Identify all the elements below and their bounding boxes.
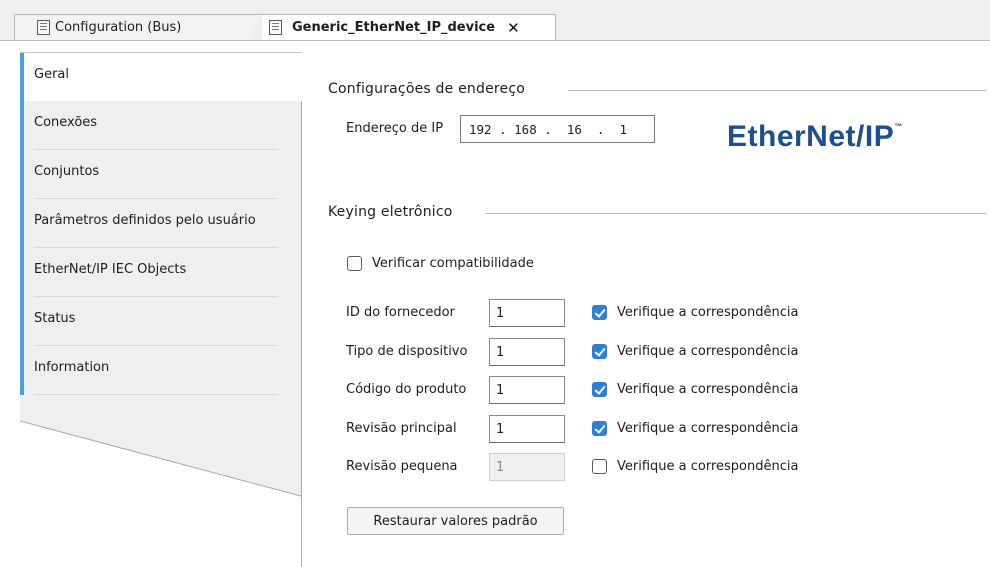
sidebar-nav: Geral Conexões Conjuntos Parâmetros defi… [20,52,302,567]
sidebar-accent [20,346,24,395]
tab-configuration-bus[interactable]: Configuration (Bus) [14,14,262,40]
tab-strip-divider [0,40,990,41]
sidebar-item-label: Status [34,311,76,326]
major-revision-label: Revisão principal [346,421,457,436]
device-type-input[interactable]: 1 [489,338,565,366]
sidebar-item-conexoes[interactable]: Conexões [20,101,302,150]
restore-defaults-button[interactable]: Restaurar valores padrão [347,507,564,535]
minor-revision-match-label: Verifique a correspondência [617,459,799,474]
tab-label: Generic_EtherNet_IP_device [292,20,496,35]
keying-section-title: Keying eletrônico [328,204,453,220]
divider [34,394,278,395]
sidebar-item-geral[interactable]: Geral [20,52,302,101]
sidebar-item-parametros[interactable]: Parâmetros definidos pelo usuário [20,199,302,248]
ip-address-label: Endereço de IP [346,121,444,136]
sidebar-accent [20,199,24,248]
sidebar-item-label: Information [34,360,110,375]
sidebar-accent [20,150,24,199]
address-section-rule [568,90,986,91]
major-revision-input[interactable]: 1 [489,415,565,443]
ip-address-input[interactable]: 192 . 168 . 16 . 1 [460,115,655,143]
device-icon [269,20,282,35]
sidebar-item-label: EtherNet/IP IEC Objects [34,262,187,277]
verify-compatibility-checkbox[interactable] [347,256,362,271]
sidebar-diagonal-edge [20,420,301,497]
vendor-id-label: ID do fornecedor [346,305,455,320]
close-icon[interactable]: ✕ [507,19,520,37]
tab-label: Configuration (Bus) [55,20,182,35]
sidebar-item-conjuntos[interactable]: Conjuntos [20,150,302,199]
sidebar-item-label: Conexões [34,115,98,130]
device-type-match-label: Verifique a correspondência [617,344,799,359]
minor-revision-input: 1 [489,453,565,481]
product-code-match-checkbox[interactable] [592,382,607,397]
sidebar-accent [20,248,24,297]
keying-section-rule [485,213,986,214]
verify-compatibility-label: Verificar compatibilidade [372,256,534,271]
major-revision-match-label: Verifique a correspondência [617,421,799,436]
address-section-title: Configurações de endereço [328,81,526,97]
sidebar-accent [20,297,24,346]
minor-revision-match-checkbox[interactable] [592,459,607,474]
device-type-match-checkbox[interactable] [592,344,607,359]
device-type-label: Tipo de dispositivo [346,344,468,359]
sidebar-item-information[interactable]: Information [20,346,302,395]
trademark-symbol: ™ [894,122,903,131]
sidebar-item-ethernet-ip-iec-objects[interactable]: EtherNet/IP IEC Objects [20,248,302,297]
vendor-id-input[interactable]: 1 [489,299,565,327]
sidebar-item-label: Parâmetros definidos pelo usuário [34,213,256,228]
product-code-match-label: Verifique a correspondência [617,382,799,397]
product-code-label: Código do produto [346,382,467,397]
sidebar-accent [20,101,24,150]
sidebar-item-label: Geral [34,66,69,82]
logo-text: EtherNet/IP [727,120,895,153]
ethernet-ip-logo: EtherNet/IP™ [727,120,903,156]
device-tree-icon [37,20,50,35]
product-code-input[interactable]: 1 [489,376,565,404]
tab-generic-ethernet-ip-device[interactable]: Generic_EtherNet_IP_device ✕ [262,14,556,40]
sidebar-accent [20,53,24,101]
editor-tab-strip: Configuration (Bus) Generic_EtherNet_IP_… [0,0,990,41]
minor-revision-label: Revisão pequena [346,459,458,474]
vendor-id-match-label: Verifique a correspondência [617,305,799,320]
major-revision-match-checkbox[interactable] [592,421,607,436]
sidebar-item-label: Conjuntos [34,164,100,179]
vendor-id-match-checkbox[interactable] [592,305,607,320]
sidebar-item-status[interactable]: Status [20,297,302,346]
